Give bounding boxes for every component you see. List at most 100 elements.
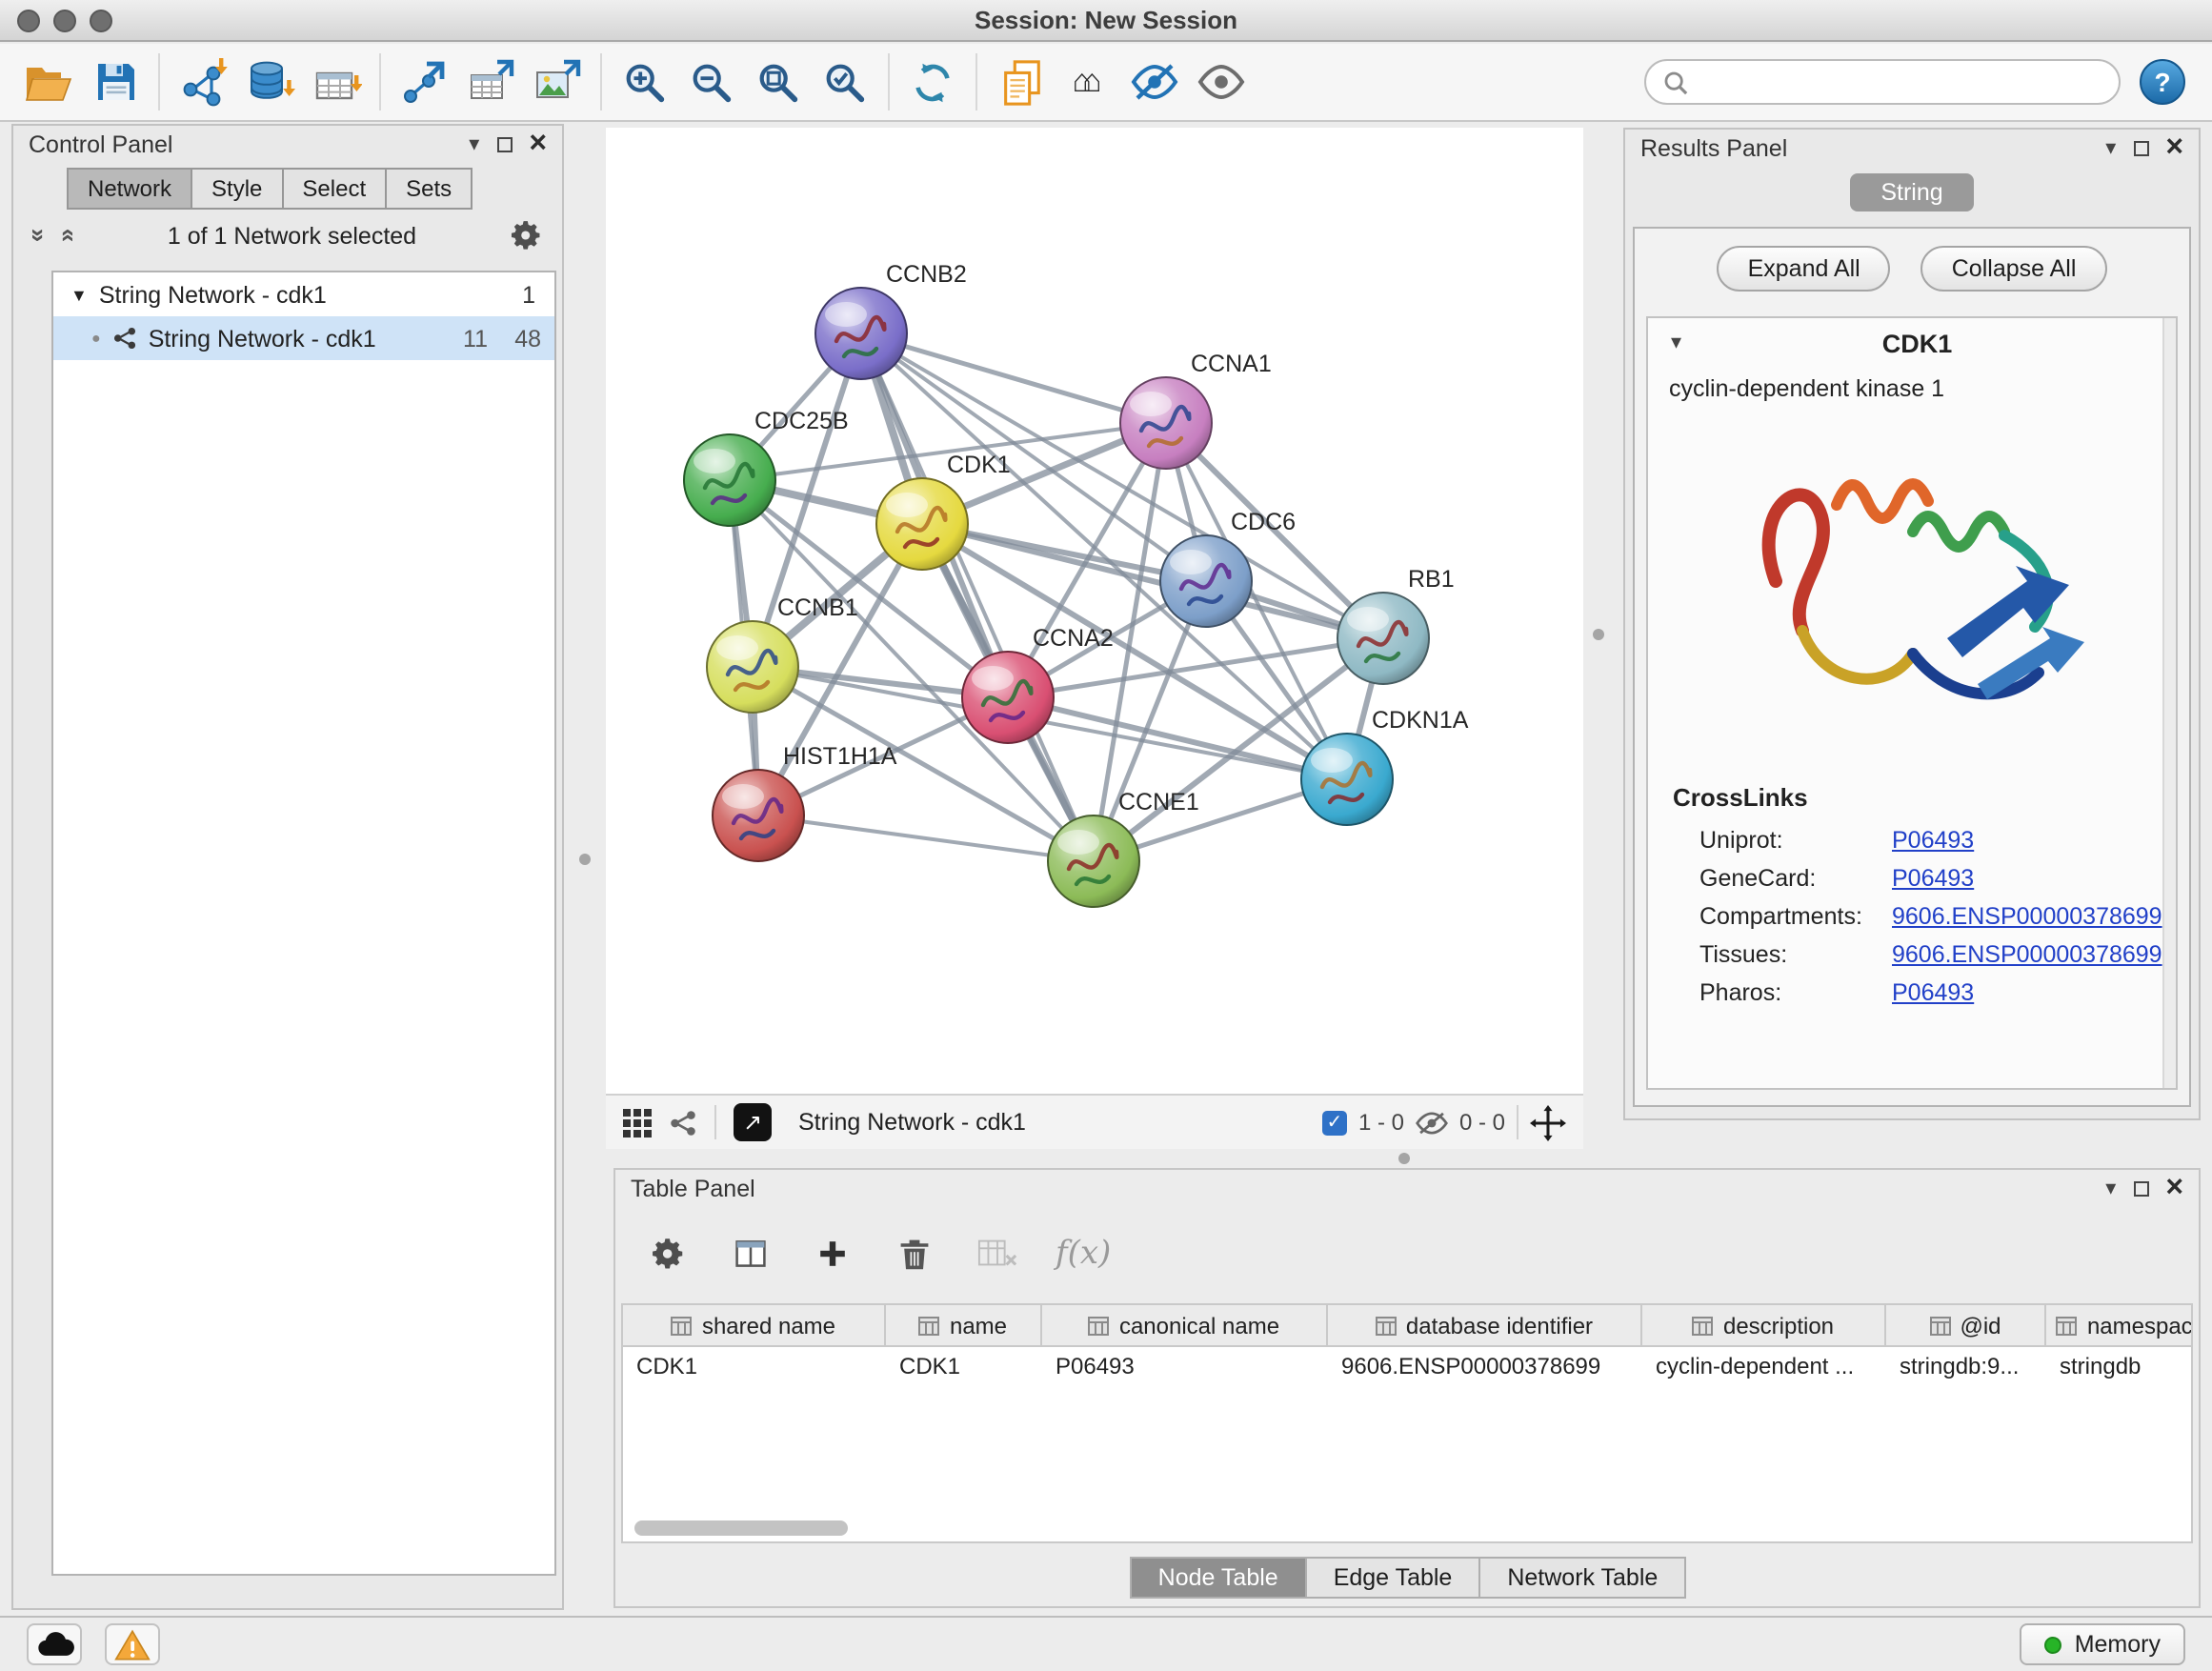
tab-node-table[interactable]: Node Table <box>1130 1557 1307 1599</box>
import-network-database-button[interactable] <box>236 50 303 114</box>
column-header-canonical-name[interactable]: canonical name <box>1042 1305 1328 1347</box>
collection-expander-icon[interactable]: ▼ <box>70 285 88 304</box>
column-header-name[interactable]: name <box>886 1305 1042 1347</box>
import-table-button[interactable] <box>303 50 370 114</box>
network-node-HIST1H1A[interactable]: HIST1H1A <box>713 743 897 861</box>
tab-edge-table[interactable]: Edge Table <box>1305 1557 1481 1599</box>
column-header-shared-name[interactable]: shared name <box>623 1305 886 1347</box>
network-edge[interactable] <box>758 815 1094 861</box>
crosslink-value[interactable]: P06493 <box>1892 827 1974 854</box>
network-canvas[interactable]: CCNB2CCNA1CDC25BCDK1CDC6RB1CCNB1CCNA2CDK… <box>606 128 1583 1094</box>
add-column-button[interactable] <box>810 1231 855 1277</box>
network-edge[interactable] <box>861 333 1166 423</box>
memory-button[interactable]: Memory <box>2020 1623 2185 1665</box>
window-zoom-button[interactable] <box>90 10 112 32</box>
window-minimize-button[interactable] <box>53 10 76 32</box>
close-panel-icon[interactable]: × <box>529 130 547 160</box>
horizontal-scrollbar[interactable] <box>634 1520 848 1536</box>
open-session-button[interactable] <box>15 50 82 114</box>
float-panel-icon[interactable] <box>2133 1181 2148 1197</box>
crosslink-value[interactable]: P06493 <box>1892 865 1974 892</box>
splitter-handle[interactable] <box>1593 629 1604 640</box>
network-node-CCNA1[interactable]: CCNA1 <box>1120 351 1272 469</box>
cloud-status-button[interactable] <box>27 1623 82 1665</box>
delete-column-button[interactable] <box>892 1231 937 1277</box>
search-input[interactable] <box>1699 69 2101 95</box>
tab-style[interactable]: Style <box>191 168 283 210</box>
hide-selected-button[interactable] <box>1120 50 1187 114</box>
tab-sets[interactable]: Sets <box>385 168 473 210</box>
cell-database-identifier[interactable]: 9606.ENSP00000378699 <box>1328 1347 1642 1385</box>
warnings-button[interactable] <box>105 1623 160 1665</box>
collapse-all-button[interactable]: Collapse All <box>1921 246 2107 292</box>
splitter-handle[interactable] <box>579 854 591 865</box>
cell-name[interactable]: CDK1 <box>886 1347 1042 1385</box>
cell-canonical-name[interactable]: P06493 <box>1042 1347 1328 1385</box>
tab-string[interactable]: String <box>1850 173 1973 211</box>
network-view[interactable]: CCNB2CCNA1CDC25BCDK1CDC6RB1CCNB1CCNA2CDK… <box>606 128 1583 1094</box>
cell-namespace[interactable]: stringdb <box>2046 1347 2193 1385</box>
cell-description[interactable]: cyclin-dependent ... <box>1642 1347 1886 1385</box>
table-options-button[interactable] <box>646 1231 692 1277</box>
hidden-eye-slash-icon[interactable] <box>1416 1110 1448 1135</box>
birds-eye-view-button[interactable]: ↗ <box>734 1103 772 1141</box>
float-panel-icon[interactable] <box>496 137 512 152</box>
network-node-CCNB1[interactable]: CCNB1 <box>707 594 858 713</box>
column-header-id[interactable]: @id <box>1886 1305 2046 1347</box>
splitter-handle[interactable] <box>1398 1153 1410 1164</box>
cell-id[interactable]: stringdb:9... <box>1886 1347 2046 1385</box>
show-columns-button[interactable] <box>728 1231 774 1277</box>
zoom-fit-button[interactable] <box>745 50 812 114</box>
delete-table-button[interactable] <box>974 1231 1019 1277</box>
network-node-CDK1[interactable]: CDK1 <box>876 452 1011 570</box>
collapse-all-icon[interactable]: » <box>27 229 51 242</box>
window-close-button[interactable] <box>17 10 40 32</box>
expand-all-button[interactable]: Expand All <box>1718 246 1891 292</box>
cell-shared-name[interactable]: CDK1 <box>623 1347 886 1385</box>
zoom-out-button[interactable] <box>678 50 745 114</box>
selected-checkbox-icon[interactable]: ✓ <box>1322 1110 1347 1135</box>
panel-menu-icon[interactable]: ▾ <box>469 134 479 155</box>
tab-network-table[interactable]: Network Table <box>1478 1557 1686 1599</box>
tab-network[interactable]: Network <box>67 168 192 210</box>
export-image-button[interactable] <box>524 50 591 114</box>
export-table-button[interactable] <box>457 50 524 114</box>
table-row[interactable]: CDK1 CDK1 P06493 9606.ENSP00000378699 cy… <box>623 1347 2191 1385</box>
apply-layout-button[interactable] <box>899 50 966 114</box>
tab-select[interactable]: Select <box>281 168 387 210</box>
zoom-in-button[interactable] <box>612 50 678 114</box>
crosslink-value[interactable]: P06493 <box>1892 979 1974 1006</box>
network-collection-row[interactable]: ▼ String Network - cdk1 1 <box>53 272 554 316</box>
network-options-gear-icon[interactable] <box>511 219 543 252</box>
network-node-CDKN1A[interactable]: CDKN1A <box>1301 707 1469 825</box>
panel-menu-icon[interactable]: ▾ <box>2105 1178 2116 1199</box>
crosslink-value[interactable]: 9606.ENSP00000378699 <box>1892 941 2162 968</box>
close-panel-icon[interactable]: × <box>2165 1174 2183 1204</box>
column-header-database-identifier[interactable]: database identifier <box>1328 1305 1642 1347</box>
results-scrollbar[interactable] <box>2162 318 2176 1088</box>
expand-all-icon[interactable]: » <box>54 229 79 242</box>
show-all-button[interactable] <box>1187 50 1254 114</box>
section-collapse-icon[interactable]: ▾ <box>1671 332 1681 353</box>
column-header-namespace[interactable]: namespace <box>2046 1305 2193 1347</box>
close-panel-icon[interactable]: × <box>2165 133 2183 164</box>
pan-crosshair-icon[interactable] <box>1530 1104 1566 1140</box>
function-builder-button[interactable]: f(x) <box>1056 1235 1111 1273</box>
network-edge[interactable] <box>861 333 1094 861</box>
import-network-file-button[interactable] <box>170 50 236 114</box>
copy-document-button[interactable] <box>987 50 1054 114</box>
network-overview-icon[interactable] <box>669 1108 697 1137</box>
column-header-description[interactable]: description <box>1642 1305 1886 1347</box>
grid-view-icon[interactable] <box>623 1108 652 1137</box>
save-session-button[interactable] <box>82 50 149 114</box>
float-panel-icon[interactable] <box>2133 141 2148 156</box>
network-node-RB1[interactable]: RB1 <box>1337 566 1455 684</box>
zoom-selected-button[interactable] <box>812 50 878 114</box>
network-node-CCNB2[interactable]: CCNB2 <box>815 261 967 379</box>
home-button[interactable]: ⌂⌂ <box>1054 50 1120 114</box>
panel-menu-icon[interactable]: ▾ <box>2105 138 2116 159</box>
crosslink-value[interactable]: 9606.ENSP00000378699 <box>1892 903 2162 930</box>
export-network-button[interactable] <box>391 50 457 114</box>
help-button[interactable]: ? <box>2140 59 2185 105</box>
network-row[interactable]: ● String Network - cdk1 11 48 <box>53 316 554 360</box>
